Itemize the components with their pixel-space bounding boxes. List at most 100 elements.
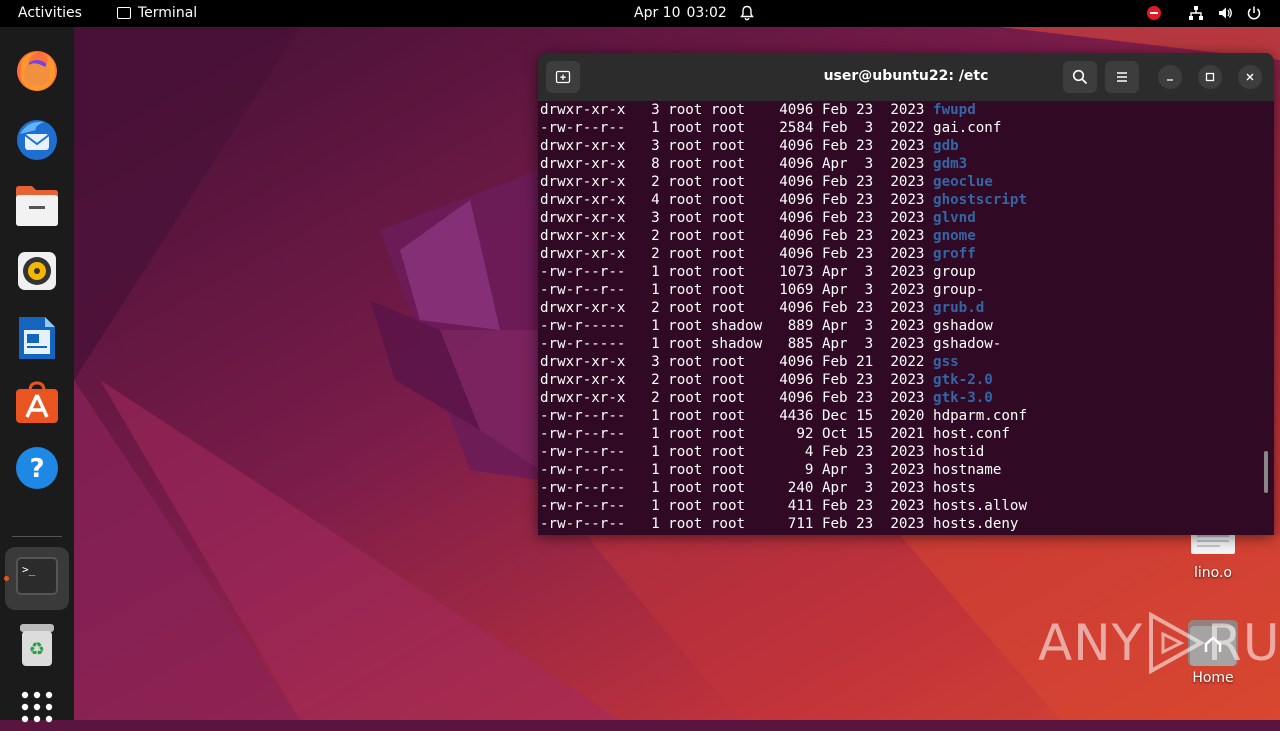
volume-icon[interactable] (1217, 5, 1233, 25)
terminal-window[interactable]: user@ubuntu22: /etc drwxr-xr-x 3 root ro… (538, 53, 1274, 535)
firefox-icon[interactable] (13, 47, 61, 95)
close-button[interactable] (1238, 65, 1262, 89)
app-menu[interactable]: Terminal (117, 5, 197, 21)
file-day: 23 (856, 192, 874, 208)
file-owner: root (668, 300, 703, 316)
minimize-button[interactable] (1158, 65, 1182, 89)
file-owner: root (668, 210, 703, 226)
file-year: 2023 (890, 210, 925, 226)
file-day: 23 (856, 174, 874, 190)
file-month: Feb (821, 498, 848, 514)
file-month: Apr (821, 156, 848, 172)
file-year: 2023 (890, 192, 925, 208)
file-owner: root (668, 192, 703, 208)
link-count: 1 (651, 264, 660, 280)
file-month: Feb (821, 102, 848, 118)
directory-name: gdm3 (933, 156, 968, 172)
maximize-icon (1205, 72, 1215, 82)
link-count: 3 (651, 138, 660, 154)
activities-button[interactable]: Activities (18, 5, 82, 21)
file-month: Feb (821, 138, 848, 154)
file-permissions: -rw-r--r-- (540, 480, 626, 496)
thunderbird-icon[interactable] (13, 115, 61, 163)
files-icon[interactable] (13, 182, 61, 230)
maximize-button[interactable] (1198, 65, 1222, 89)
file-group: root (710, 300, 746, 316)
help-icon[interactable]: ? (13, 444, 61, 492)
file-day: 3 (864, 156, 874, 172)
file-owner: root (668, 372, 703, 388)
terminal-line: drwxr-xr-x 2 root root 4096 Feb 23 2023 … (540, 227, 1258, 245)
file-permissions: -rw-r--r-- (540, 282, 626, 298)
file-permissions: drwxr-xr-x (540, 102, 626, 118)
file-group: root (710, 516, 746, 532)
show-apps-icon[interactable] (13, 683, 61, 731)
file-owner: root (668, 138, 703, 154)
hamburger-menu-icon (1117, 72, 1127, 82)
clock[interactable]: Apr 10 03:02 (634, 5, 727, 21)
search-button[interactable] (1063, 61, 1097, 93)
terminal-line: drwxr-xr-x 3 root root 4096 Feb 23 2023 … (540, 209, 1258, 227)
power-icon[interactable] (1246, 5, 1262, 25)
terminal-line: -rw-r--r-- 1 root root 92 Oct 15 2021 ho… (540, 425, 1258, 443)
menu-button[interactable] (1105, 61, 1139, 93)
terminal-line: drwxr-xr-x 2 root root 4096 Feb 23 2023 … (540, 371, 1258, 389)
clock-date: Apr 10 (634, 5, 681, 21)
file-month: Apr (821, 318, 848, 334)
file-owner: root (668, 246, 703, 262)
dock: ? >_ ♻ (0, 27, 74, 723)
file-day: 3 (864, 462, 874, 478)
file-day: 23 (856, 246, 874, 262)
terminal-line: drwxr-xr-x 2 root root 4096 Feb 23 2023 … (540, 173, 1258, 191)
directory-name: gss (933, 354, 959, 370)
directory-name: gnome (933, 228, 976, 244)
link-count: 1 (651, 516, 660, 532)
terminal-line: drwxr-xr-x 2 root root 4096 Feb 23 2023 … (540, 389, 1258, 407)
file-day: 23 (856, 300, 874, 316)
file-day: 23 (856, 444, 874, 460)
notification-bell-icon[interactable] (739, 5, 755, 25)
file-year: 2023 (890, 282, 925, 298)
link-count: 2 (651, 174, 660, 190)
file-size: 711 (787, 516, 814, 532)
terminal-output[interactable]: drwxr-xr-x 3 root root 4096 Feb 23 2023 … (540, 101, 1258, 535)
file-year: 2023 (890, 444, 925, 460)
file-owner: root (668, 390, 703, 406)
file-group: root (710, 156, 746, 172)
terminal-line: -rw-r--r-- 1 root root 240 Apr 3 2023 ho… (540, 479, 1258, 497)
link-count: 1 (651, 462, 660, 478)
file-name: gshadow (933, 318, 993, 334)
app-center-icon[interactable] (13, 379, 61, 427)
do-not-disturb-icon[interactable] (1146, 5, 1162, 25)
file-group: root (710, 192, 746, 208)
file-size: 240 (787, 480, 814, 496)
link-count: 3 (651, 210, 660, 226)
terminal-line: drwxr-xr-x 2 root root 4096 Feb 23 2023 … (540, 245, 1258, 263)
terminal-line: -rw-r--r-- 1 root root 1073 Apr 3 2023 g… (540, 263, 1258, 281)
rhythmbox-icon[interactable] (13, 247, 61, 295)
file-size: 4096 (779, 246, 814, 262)
terminal-line: -rw-r--r-- 1 root root 711 Feb 23 2023 h… (540, 515, 1258, 533)
file-day: 3 (864, 318, 874, 334)
file-group: root (710, 372, 746, 388)
file-year: 2021 (890, 426, 925, 442)
svg-text:♻: ♻ (29, 639, 45, 660)
file-size: 4096 (779, 192, 814, 208)
file-owner: root (668, 444, 703, 460)
file-name: gshadow- (933, 336, 1002, 352)
file-month: Feb (821, 192, 848, 208)
directory-name: fwupd (933, 102, 976, 118)
terminal-icon[interactable]: >_ (13, 552, 61, 600)
file-group: root (710, 408, 746, 424)
file-month: Feb (821, 174, 848, 190)
file-size: 889 (787, 318, 814, 334)
file-group: root (710, 246, 746, 262)
network-icon[interactable] (1188, 5, 1204, 25)
link-count: 1 (651, 408, 660, 424)
libreoffice-writer-icon[interactable] (13, 314, 61, 362)
trash-icon[interactable]: ♻ (13, 621, 61, 669)
file-year: 2023 (890, 300, 925, 316)
file-year: 2023 (890, 480, 925, 496)
terminal-titlebar[interactable]: user@ubuntu22: /etc (538, 53, 1274, 101)
terminal-scrollbar[interactable] (1264, 451, 1268, 493)
